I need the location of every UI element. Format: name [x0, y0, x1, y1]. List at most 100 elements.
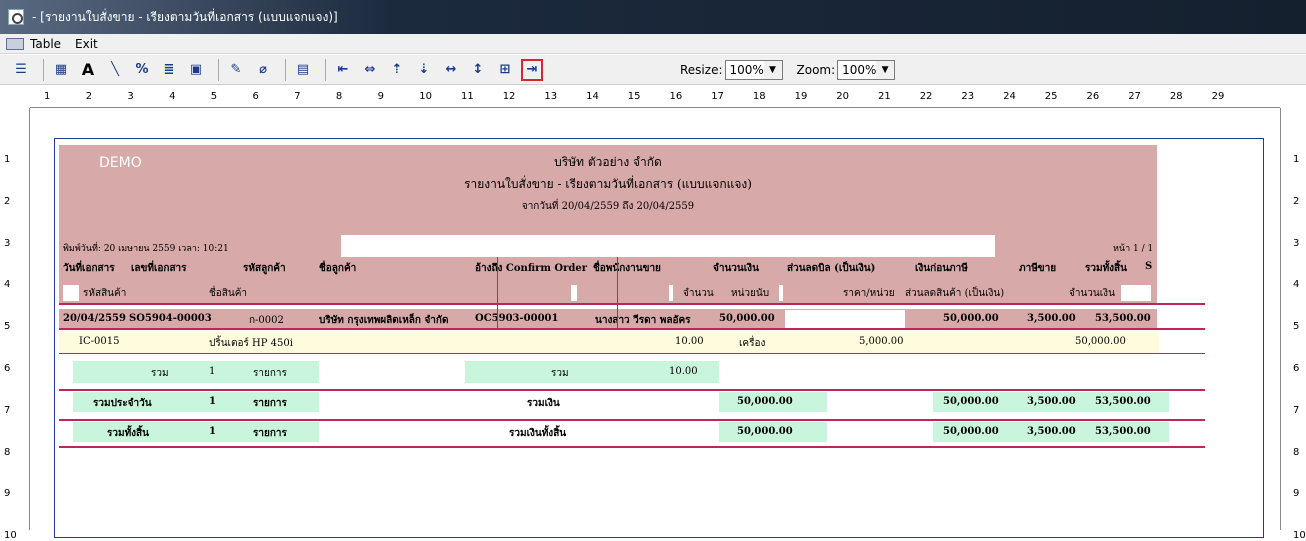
ruler-left-label: 6: [4, 363, 11, 374]
height-icon[interactable]: ↕: [467, 59, 489, 81]
chevron-down-icon[interactable]: ▼: [763, 61, 782, 79]
stamp-icon[interactable]: ✎: [225, 59, 247, 81]
document-row[interactable]: 20/04/2559 SO5904-00003 ก-0002 บริษัท กร…: [59, 309, 1157, 329]
line-icon[interactable]: ╲: [104, 59, 126, 81]
report-page: DEMO บริษัท ตัวอย่าง จำกัด รายงานใบสั่งข…: [54, 138, 1264, 538]
eraser-icon[interactable]: ⌀: [252, 59, 274, 81]
col-bill-discount: ส่วนลดบิล (เป็นเงิน): [787, 263, 876, 274]
daily-amount: 50,000.00: [737, 396, 793, 407]
ruler-right-label: 6: [1293, 363, 1300, 374]
ruler-top-label: 11: [461, 91, 474, 102]
ruler-top: 1 2 3 4 5 6 7 8 9 10 11 12 13 14 15 16 17 18 19 20 21 22 23 24 2…: [30, 88, 1280, 108]
ruler-top-label: 27: [1128, 91, 1141, 102]
indent-icon[interactable]: ☰: [10, 59, 32, 81]
align-left-icon[interactable]: ⇤: [332, 59, 354, 81]
ruler-top-label: 12: [502, 91, 516, 102]
ruler-right-label: 9: [1293, 488, 1300, 500]
table-icon[interactable]: ▦: [50, 59, 72, 81]
ruler-top-label: 2: [85, 91, 93, 102]
daily-total-row: รวมประจำวัน 1 รายการ รวมเงิน 50,000.00 5…: [59, 389, 1209, 413]
date-range: จากวันที่ 20/04/2559 ถึง 20/04/2559: [521, 201, 695, 212]
daily-amount-label: รวมเงิน: [527, 398, 560, 409]
ruler-top-label: 28: [1169, 91, 1183, 102]
size-icon[interactable]: ⊞: [494, 59, 516, 81]
daily-total: 53,500.00: [1095, 396, 1151, 407]
grand-tax: 3,500.00: [1027, 426, 1076, 437]
doc-total: 53,500.00: [1095, 313, 1151, 324]
customer-name: บริษัท กรุงเทพผลิตเหล็ก จำกัด: [319, 315, 449, 326]
ruler-right-label: 5: [1293, 321, 1300, 333]
sum-qty-label: รวม: [551, 368, 569, 379]
ruler-top-label: 10: [419, 91, 433, 102]
ruler-right-label: 8: [1293, 446, 1300, 458]
ruler-top-label: 20: [836, 91, 850, 102]
report-title: รายงานใบสั่งขาย - เรียงตามวันที่เอกสาร (…: [464, 177, 752, 191]
align-center-icon[interactable]: ⇔: [359, 59, 381, 81]
col-pre-tax: เงินก่อนภาษี: [915, 263, 968, 274]
ruler-top-label: 8: [335, 91, 343, 102]
image-icon[interactable]: ▣: [185, 59, 207, 81]
item-code: IC-0015: [79, 336, 120, 347]
print-info-row: พิมพ์วันที่: 20 เมษายน 2559 เวลา: 10:21 …: [59, 229, 1157, 257]
col-product-name: ชื่อสินค้า: [209, 288, 248, 299]
mdi-window-icon[interactable]: [6, 37, 24, 50]
col-line-amount: จำนวนเงิน: [1069, 288, 1115, 299]
ruler-top-label: 24: [1003, 91, 1016, 102]
sum-qty: 10.00: [669, 366, 698, 377]
chevron-down-icon[interactable]: ▼: [876, 61, 895, 79]
zoom-select[interactable]: 100% ▼: [837, 60, 896, 80]
col-customer-name: ชื่อลูกค้า: [319, 263, 357, 274]
menu-table[interactable]: Table: [30, 37, 61, 51]
sum-items-label: รายการ: [253, 368, 287, 379]
resize-label: Resize:: [680, 63, 723, 77]
col-confirm-order: อ้างถึง Confirm Order: [475, 263, 588, 274]
align-bottom-icon[interactable]: ⇣: [413, 59, 435, 81]
ruler-right-label: 1: [1293, 154, 1300, 165]
width-icon[interactable]: ↔: [440, 59, 462, 81]
align-top-icon[interactable]: ⇡: [386, 59, 408, 81]
daily-pre-tax: 50,000.00: [943, 396, 999, 407]
col-product-code: รหัสสินค้า: [83, 288, 127, 299]
ruler-top-label: 25: [1044, 91, 1058, 102]
column-header-1: วันที่เอกสาร เลขที่เอกสาร รหัสลูกค้า ชื่…: [59, 257, 1157, 281]
ruler-top-label: 1: [44, 91, 51, 102]
exit-to-report-icon[interactable]: ⇥: [521, 58, 543, 81]
ruler-top-label: 22: [919, 91, 933, 102]
ruler-right: 1 2 3 4 5 6 7 8 9 10: [1280, 108, 1306, 541]
doc-amount: 50,000.00: [719, 313, 775, 324]
col-tax: ภาษีขาย: [1019, 263, 1057, 274]
text-icon[interactable]: A: [77, 59, 99, 81]
col-customer-code: รหัสลูกค้า: [243, 263, 286, 274]
title-bar: - [รายงานใบสั่งขาย - เรียงตามวันที่เอกสา…: [0, 0, 1306, 34]
ruler-left-label: 5: [4, 321, 11, 333]
ruler-left: 1 2 3 4 5 6 7 8 9 10: [0, 108, 30, 541]
ruler-top-label: 16: [669, 91, 683, 102]
menu-exit[interactable]: Exit: [75, 37, 98, 51]
ruler-left-label: 10: [4, 530, 17, 541]
subtotal-row: รวม 1 รายการ รวม 10.00: [59, 361, 1159, 383]
ruler-top-label: 17: [711, 91, 724, 102]
sum-label: รวม: [151, 368, 169, 379]
format-icon[interactable]: ≣: [158, 59, 180, 81]
ruler-top-label: 14: [586, 91, 599, 102]
ruler-left-label: 2: [4, 195, 11, 207]
ruler-right-label: 3: [1293, 237, 1300, 249]
ruler-left-label: 9: [4, 488, 11, 500]
percent-icon[interactable]: %: [131, 59, 153, 81]
ruler-top-label: 6: [252, 91, 259, 102]
ruler-top-label: 4: [169, 91, 176, 102]
sum-count: 1: [209, 366, 216, 377]
properties-icon[interactable]: ▤: [292, 59, 314, 81]
customer-code: ก-0002: [249, 315, 284, 326]
ruler-top-label: 26: [1086, 91, 1100, 102]
daily-count: 1: [209, 396, 216, 407]
col-s: S: [1145, 261, 1153, 272]
ruler-top-label: 9: [377, 91, 384, 102]
item-row[interactable]: IC-0015 ปริ้นเตอร์ HP 450i 10.00 เครื่อง…: [59, 331, 1159, 353]
print-date: พิมพ์วันที่: 20 เมษายน 2559 เวลา: 10:21: [63, 244, 229, 254]
resize-select[interactable]: 100% ▼: [724, 60, 783, 80]
ruler-top-label: 19: [794, 91, 808, 102]
ruler-top-label: 3: [127, 91, 134, 102]
item-amount: 50,000.00: [1075, 336, 1126, 347]
grand-total: 53,500.00: [1095, 426, 1151, 437]
